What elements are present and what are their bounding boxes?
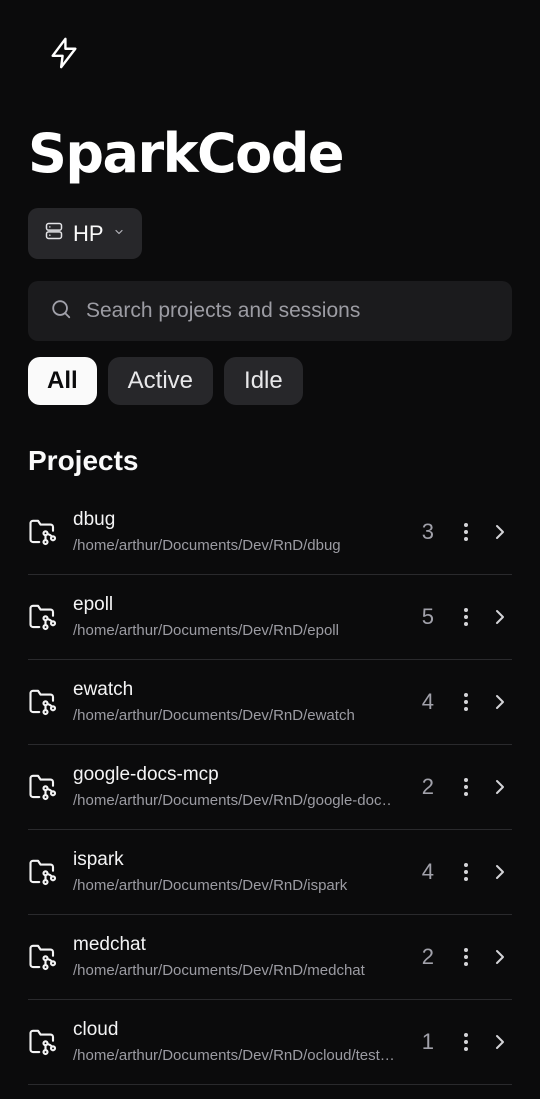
filter-active[interactable]: Active [107,357,214,405]
more-options-icon[interactable] [460,1030,472,1054]
project-row[interactable]: google-docs-mcp /home/arthur/Documents/D… [28,745,512,830]
project-row[interactable]: epoll /home/arthur/Documents/Dev/RnD/epo… [28,575,512,660]
lightning-bolt-icon [45,34,83,72]
more-options-icon[interactable] [460,775,472,799]
project-path: /home/arthur/Documents/Dev/RnD/ewatch [73,706,355,724]
project-path: /home/arthur/Documents/Dev/RnD/medchat [73,961,365,979]
app-title: SparkCode [28,122,345,185]
session-count: 2 [421,944,434,969]
project-name: ispark [73,848,124,870]
session-count: 5 [421,604,434,629]
folder-git-icon [28,602,58,632]
project-row[interactable]: medchat /home/arthur/Documents/Dev/RnD/m… [28,915,512,1000]
chevron-right-icon[interactable] [493,605,507,629]
folder-git-icon [28,1027,58,1057]
project-name: dbug [73,508,116,530]
project-name: medchat [73,933,146,955]
folder-git-icon [28,857,58,887]
search-bar [28,281,512,341]
more-options-icon[interactable] [460,690,472,714]
filter-tabs: All Active Idle [28,357,303,405]
project-name: google-docs-mcp [73,763,219,785]
project-path: /home/arthur/Documents/Dev/RnD/dbug [73,536,341,554]
project-path: /home/arthur/Documents/Dev/RnD/ispark [73,876,348,894]
more-options-icon[interactable] [460,860,472,884]
project-list: dbug /home/arthur/Documents/Dev/RnD/dbug… [28,490,512,1085]
session-count: 4 [421,859,434,884]
projects-heading: Projects [28,445,139,476]
more-options-icon[interactable] [460,945,472,969]
chevron-right-icon[interactable] [493,690,507,714]
chevron-down-icon [113,225,125,243]
chevron-right-icon[interactable] [493,1030,507,1054]
folder-git-icon [28,517,58,547]
session-count: 1 [421,1029,434,1054]
host-selector[interactable]: HP [28,208,142,259]
filter-all[interactable]: All [28,357,97,405]
folder-git-icon [28,942,58,972]
project-row[interactable]: ewatch /home/arthur/Documents/Dev/RnD/ew… [28,660,512,745]
project-path: /home/arthur/Documents/Dev/RnD/epoll [73,621,339,639]
filter-idle[interactable]: Idle [224,357,303,405]
chevron-right-icon[interactable] [493,775,507,799]
host-label: HP [73,220,104,246]
folder-git-icon [28,772,58,802]
project-row[interactable]: cloud /home/arthur/Documents/Dev/RnD/ocl… [28,1000,512,1085]
folder-git-icon [28,687,58,717]
server-icon [44,221,64,246]
chevron-right-icon[interactable] [493,860,507,884]
project-name: ewatch [73,678,134,700]
project-row[interactable]: ispark /home/arthur/Documents/Dev/RnD/is… [28,830,512,915]
project-name: epoll [73,593,114,615]
search-icon [50,298,72,325]
chevron-right-icon[interactable] [493,520,507,544]
search-input[interactable] [86,299,486,323]
chevron-right-icon[interactable] [493,945,507,969]
app-root: SparkCode HP All Active Id [0,0,540,1099]
project-name: cloud [73,1018,119,1040]
session-count: 4 [421,689,434,714]
project-path: /home/arthur/Documents/Dev/RnD/google-do… [73,791,393,809]
project-row[interactable]: dbug /home/arthur/Documents/Dev/RnD/dbug… [28,490,512,575]
session-count: 2 [421,774,434,799]
session-count: 3 [421,519,434,544]
more-options-icon[interactable] [460,520,472,544]
more-options-icon[interactable] [460,605,472,629]
project-path: /home/arthur/Documents/Dev/RnD/ocloud/te… [73,1046,393,1064]
